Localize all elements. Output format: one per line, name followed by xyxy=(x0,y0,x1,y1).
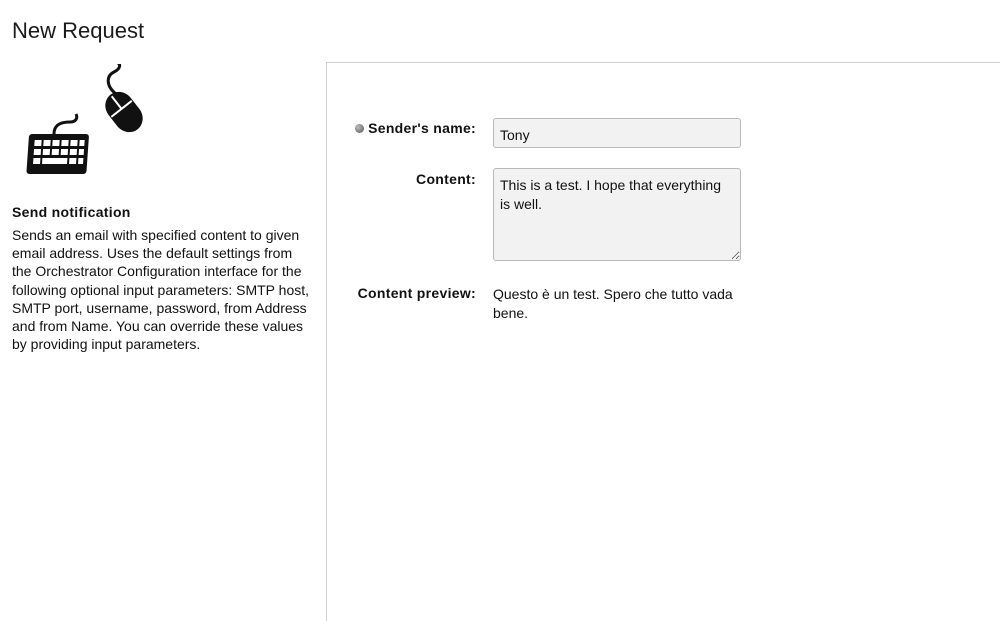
content-label: Content: xyxy=(416,171,476,187)
keyboard-mouse-icon xyxy=(26,64,143,174)
workflow-name: Send notification xyxy=(12,204,131,220)
new-request-page: New Request Send notification Sends an e… xyxy=(0,0,1000,621)
content-textarea[interactable]: This is a test. I hope that everything i… xyxy=(493,168,741,261)
content-preview-value: Questo è un test. Spero che tutto vada b… xyxy=(493,286,733,321)
required-indicator-icon xyxy=(355,124,365,133)
request-form: Sender's name: Content: This is a test. … xyxy=(326,62,1000,621)
content-preview-label: Content preview: xyxy=(357,285,476,301)
sender-name-label: Sender's name: xyxy=(355,120,476,136)
sender-name-input[interactable] xyxy=(493,118,741,148)
sender-name-label-text: Sender's name: xyxy=(368,120,476,136)
workflow-description: Sends an email with specified content to… xyxy=(12,227,310,353)
page-title: New Request xyxy=(12,18,145,43)
